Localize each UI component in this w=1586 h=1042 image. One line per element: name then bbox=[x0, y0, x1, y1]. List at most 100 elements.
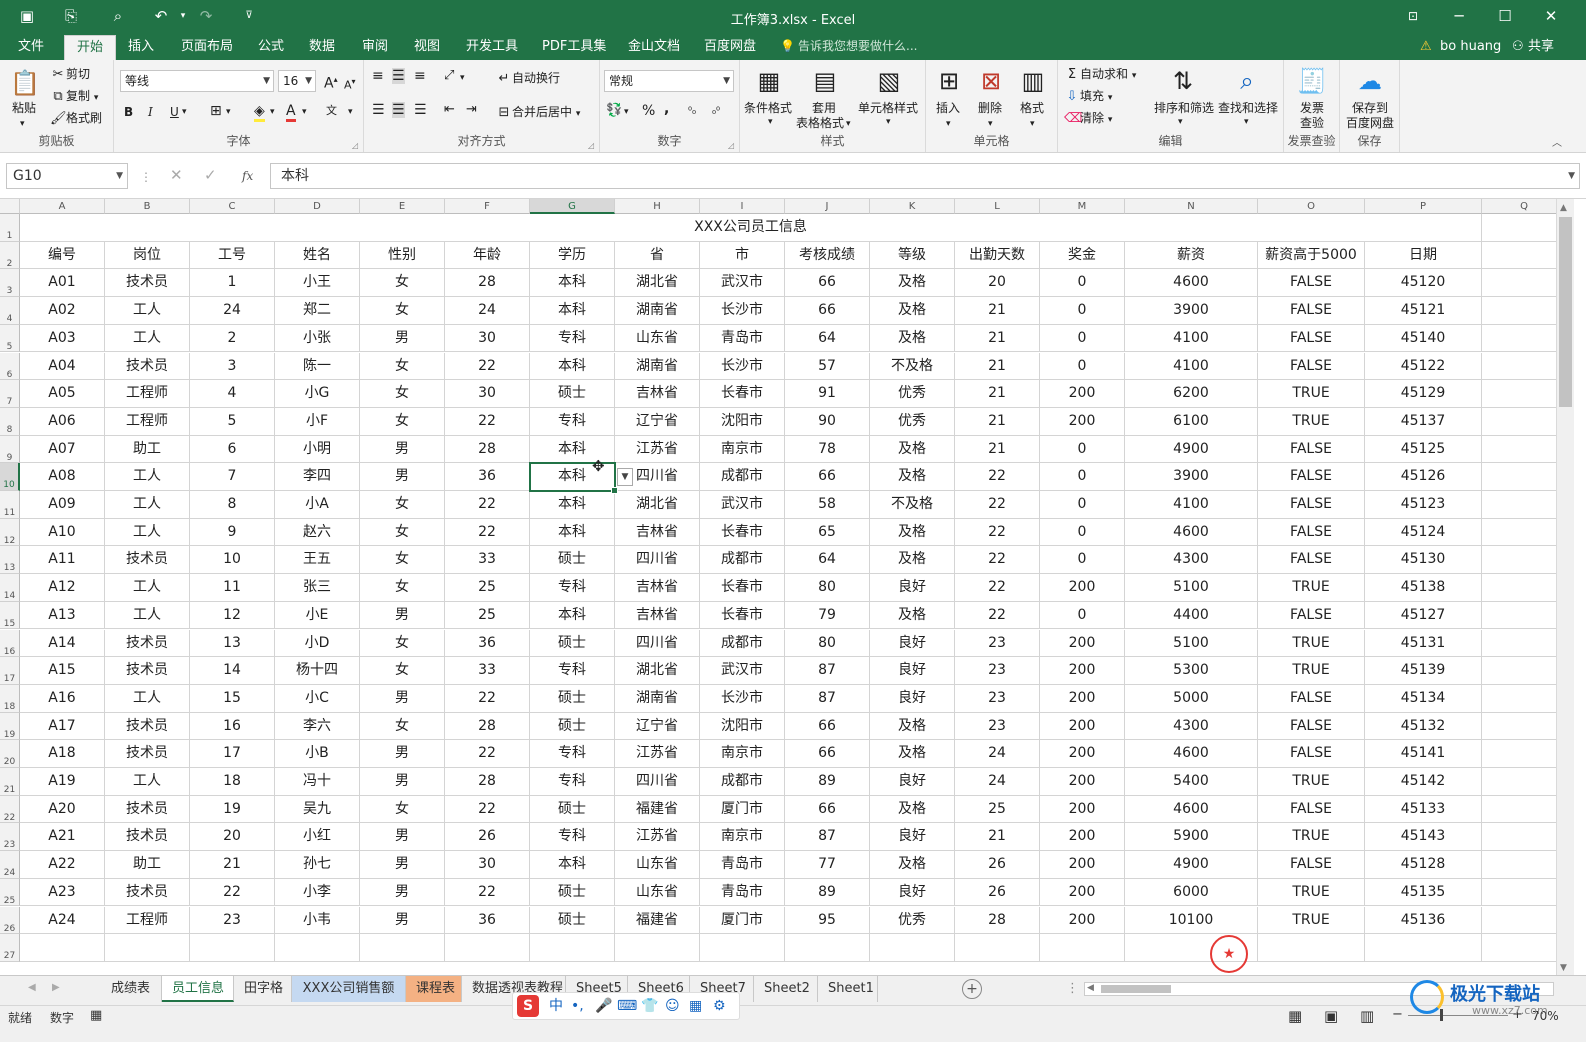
column-header-o[interactable]: O bbox=[1258, 199, 1365, 214]
table-cell[interactable]: 5100 bbox=[1125, 629, 1258, 658]
accounting-icon[interactable]: 💱 bbox=[606, 103, 622, 119]
table-cell[interactable]: 吉林省 bbox=[615, 574, 700, 602]
autosum-dropdown-icon[interactable]: ▾ bbox=[1132, 71, 1137, 81]
table-cell[interactable]: 女 bbox=[360, 297, 445, 325]
column-header-e[interactable]: E bbox=[360, 199, 445, 214]
table-cell[interactable]: 小B bbox=[275, 740, 360, 768]
border-dropdown-icon[interactable]: ▾ bbox=[226, 104, 231, 120]
table-cell[interactable]: 200 bbox=[1040, 684, 1125, 713]
table-cell[interactable]: 郑二 bbox=[275, 297, 360, 325]
table-cell[interactable]: 58 bbox=[785, 491, 870, 519]
save-to-netdisk-button-1[interactable]: 保存到 bbox=[1352, 100, 1388, 116]
empty-cell[interactable] bbox=[1482, 657, 1556, 685]
empty-cell[interactable] bbox=[275, 934, 360, 962]
insert-dropdown-icon[interactable]: ▾ bbox=[946, 116, 951, 132]
underline-dropdown-icon[interactable]: ▾ bbox=[182, 104, 187, 120]
table-cell[interactable]: 45136 bbox=[1365, 906, 1482, 935]
table-cell[interactable]: 0 bbox=[1040, 518, 1125, 547]
invoice-check-button-2[interactable]: 查验 bbox=[1300, 115, 1324, 131]
table-cell[interactable]: 青岛市 bbox=[700, 851, 785, 879]
table-cell[interactable]: 45124 bbox=[1365, 518, 1482, 547]
table-cell[interactable]: 0 bbox=[1040, 352, 1125, 381]
table-cell[interactable]: 湖南省 bbox=[615, 352, 700, 381]
table-cell[interactable]: 25 bbox=[955, 795, 1040, 824]
table-cell[interactable]: A22 bbox=[20, 851, 105, 879]
table-cell[interactable]: 25 bbox=[445, 601, 530, 630]
table-cell[interactable]: 4600 bbox=[1125, 795, 1258, 824]
table-cell[interactable]: 小D bbox=[275, 629, 360, 658]
table-cell[interactable]: 长春市 bbox=[700, 574, 785, 602]
table-cell[interactable]: 硕士 bbox=[530, 629, 615, 658]
table-cell[interactable]: 200 bbox=[1040, 712, 1125, 741]
insert-cells-button[interactable]: 插入 bbox=[936, 100, 960, 116]
page-layout-view-icon[interactable]: ▣ bbox=[1324, 1007, 1338, 1025]
table-cell[interactable]: 30 bbox=[445, 380, 530, 408]
table-cell[interactable]: 湖北省 bbox=[615, 657, 700, 685]
table-cell[interactable]: 小韦 bbox=[275, 906, 360, 935]
table-cell[interactable]: 工程师 bbox=[105, 906, 190, 935]
table-cell[interactable]: 6100 bbox=[1125, 407, 1258, 436]
table-cell[interactable]: 四川省 bbox=[615, 768, 700, 796]
table-cell[interactable]: 4600 bbox=[1125, 740, 1258, 768]
table-cell[interactable]: A04 bbox=[20, 352, 105, 381]
shrink-font-button[interactable]: A▾ bbox=[344, 74, 356, 94]
table-cell[interactable]: 20 bbox=[190, 823, 275, 852]
table-cell[interactable]: 本科 bbox=[530, 269, 615, 298]
table-cell[interactable]: 山东省 bbox=[615, 324, 700, 353]
table-cell[interactable]: 女 bbox=[360, 657, 445, 685]
table-cell[interactable]: 0 bbox=[1040, 546, 1125, 575]
table-cell[interactable]: 硕士 bbox=[530, 684, 615, 713]
empty-cell[interactable] bbox=[190, 934, 275, 962]
align-middle-icon[interactable]: ☰ bbox=[392, 68, 405, 84]
table-cell[interactable]: 良好 bbox=[870, 878, 955, 907]
tab-developer[interactable]: 开发工具 bbox=[466, 37, 518, 56]
row-header[interactable]: 10 bbox=[0, 463, 20, 491]
table-cell[interactable]: 0 bbox=[1040, 491, 1125, 519]
insert-cells-icon[interactable]: ⊞ bbox=[932, 64, 966, 98]
table-cell[interactable]: 26 bbox=[955, 851, 1040, 879]
column-header-k[interactable]: K bbox=[870, 199, 955, 214]
table-cell[interactable]: 专科 bbox=[530, 657, 615, 685]
table-cell[interactable]: 9 bbox=[190, 518, 275, 547]
table-cell[interactable]: 4 bbox=[190, 380, 275, 408]
table-cell[interactable]: 及格 bbox=[870, 546, 955, 575]
table-cell[interactable]: 66 bbox=[785, 712, 870, 741]
table-cell[interactable]: 36 bbox=[445, 906, 530, 935]
delete-cells-button[interactable]: 删除 bbox=[978, 100, 1002, 116]
table-cell[interactable]: 4100 bbox=[1125, 324, 1258, 353]
table-cell[interactable]: 90 bbox=[785, 407, 870, 436]
tab-kingsoft-docs[interactable]: 金山文档 bbox=[628, 37, 680, 56]
table-cell[interactable]: FALSE bbox=[1258, 491, 1365, 519]
table-cell[interactable]: 45133 bbox=[1365, 795, 1482, 824]
table-cell[interactable]: 20 bbox=[955, 269, 1040, 298]
table-cell[interactable]: 技术员 bbox=[105, 823, 190, 852]
table-cell[interactable]: 45142 bbox=[1365, 768, 1482, 796]
table-cell[interactable]: 男 bbox=[360, 906, 445, 935]
table-cell[interactable]: 男 bbox=[360, 740, 445, 768]
table-cell[interactable]: 4300 bbox=[1125, 712, 1258, 741]
table-cell[interactable]: 湖北省 bbox=[615, 269, 700, 298]
table-cell[interactable]: 95 bbox=[785, 906, 870, 935]
table-cell[interactable]: A11 bbox=[20, 546, 105, 575]
table-cell[interactable]: 硕士 bbox=[530, 546, 615, 575]
empty-cell[interactable] bbox=[700, 934, 785, 962]
table-cell[interactable]: A16 bbox=[20, 684, 105, 713]
align-center-icon[interactable]: ☰ bbox=[392, 102, 405, 118]
row-header[interactable]: 6 bbox=[0, 352, 20, 381]
wrap-text-button[interactable]: ↵ 自动换行 bbox=[496, 70, 560, 87]
table-cell[interactable]: 吴九 bbox=[275, 795, 360, 824]
table-cell[interactable]: 4600 bbox=[1125, 518, 1258, 547]
accounting-dropdown-icon[interactable]: ▾ bbox=[624, 104, 629, 120]
row-header[interactable]: 11 bbox=[0, 491, 20, 519]
table-cell[interactable]: 小E bbox=[275, 601, 360, 630]
table-cell[interactable]: 66 bbox=[785, 269, 870, 298]
table-cell[interactable]: TRUE bbox=[1258, 906, 1365, 935]
table-cell[interactable]: 24 bbox=[955, 768, 1040, 796]
table-cell[interactable]: 80 bbox=[785, 629, 870, 658]
tab-formulas[interactable]: 公式 bbox=[258, 37, 284, 56]
table-cell[interactable]: 男 bbox=[360, 878, 445, 907]
scroll-up-icon[interactable]: ▲ bbox=[1560, 203, 1567, 213]
table-cell[interactable]: A19 bbox=[20, 768, 105, 796]
autosum-button[interactable]: Σ 自动求和 ▾ bbox=[1064, 66, 1136, 84]
table-cell[interactable]: 11 bbox=[190, 574, 275, 602]
